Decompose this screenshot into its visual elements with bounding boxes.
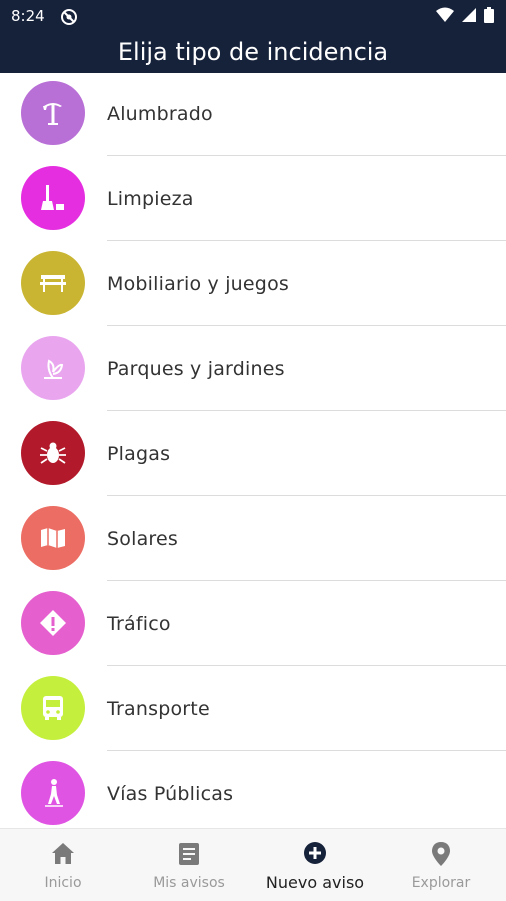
divider — [107, 325, 506, 326]
signal-icon — [462, 8, 477, 22]
category-label: Limpieza — [107, 188, 194, 210]
nav-explorar[interactable]: Explorar — [378, 829, 504, 901]
category-icon-circle — [21, 81, 85, 145]
category-item-alumbrado[interactable]: Alumbrado — [0, 73, 506, 158]
divider — [107, 410, 506, 411]
category-item-plagas[interactable]: Plagas — [0, 413, 506, 498]
nav-label: Nuevo aviso — [265, 873, 365, 892]
broom-icon — [41, 185, 64, 210]
nav-label: Inicio — [44, 875, 82, 891]
category-icon-circle — [21, 761, 85, 825]
category-label: Mobiliario y juegos — [107, 273, 289, 295]
status-icons — [433, 7, 494, 25]
document-icon — [179, 843, 199, 865]
app-header: 8:24 Elija tipo de incidencia — [0, 0, 506, 73]
category-icon-circle — [21, 591, 85, 655]
category-label: Plagas — [107, 443, 171, 465]
nav-label: Mis avisos — [153, 875, 225, 891]
category-item-parques[interactable]: Parques y jardines — [0, 328, 506, 413]
nav-nuevo-aviso[interactable]: Nuevo aviso — [252, 829, 378, 901]
plant-icon — [44, 359, 64, 379]
wifi-icon — [436, 7, 455, 22]
battery-icon — [484, 7, 494, 23]
category-label: Tráfico — [107, 613, 171, 635]
traffic-sign-icon — [40, 610, 66, 636]
bus-icon — [43, 696, 63, 720]
category-icon-circle — [21, 421, 85, 485]
category-list: Alumbrado Limpieza Mobiliario y juegos P… — [0, 73, 506, 828]
status-time: 8:24 — [11, 7, 45, 25]
category-item-trafico[interactable]: Tráfico — [0, 583, 506, 668]
category-item-mobiliario[interactable]: Mobiliario y juegos — [0, 243, 506, 328]
category-label: Alumbrado — [107, 103, 213, 125]
category-icon-circle — [21, 506, 85, 570]
divider — [107, 750, 506, 751]
divider — [107, 240, 506, 241]
do-not-disturb-icon — [61, 9, 77, 25]
category-item-vias-publicas[interactable]: Vías Públicas — [0, 753, 506, 828]
add-circle-icon — [304, 842, 326, 864]
status-bar: 8:24 — [0, 0, 506, 33]
category-icon-circle — [21, 166, 85, 230]
street-lamp-icon — [43, 103, 62, 125]
bench-icon — [40, 275, 66, 292]
category-icon-circle — [21, 336, 85, 400]
category-label: Vías Públicas — [107, 783, 234, 805]
category-label: Solares — [107, 528, 178, 550]
divider — [107, 155, 506, 156]
category-label: Parques y jardines — [107, 358, 285, 380]
category-item-limpieza[interactable]: Limpieza — [0, 158, 506, 243]
category-item-solares[interactable]: Solares — [0, 498, 506, 583]
pedestrian-icon — [45, 779, 63, 807]
category-item-transporte[interactable]: Transporte — [0, 668, 506, 753]
divider — [107, 665, 506, 666]
nav-label: Explorar — [411, 875, 471, 891]
home-icon — [52, 843, 74, 864]
nav-mis-avisos[interactable]: Mis avisos — [126, 829, 252, 901]
category-icon-circle — [21, 251, 85, 315]
map-icon — [41, 528, 65, 548]
bottom-navigation: Inicio Mis avisos Nuevo aviso Explorar — [0, 828, 506, 901]
location-pin-icon — [432, 842, 450, 866]
page-title: Elija tipo de incidencia — [117, 38, 389, 66]
divider — [107, 580, 506, 581]
divider — [107, 495, 506, 496]
category-label: Transporte — [107, 698, 210, 720]
nav-inicio[interactable]: Inicio — [0, 829, 126, 901]
category-icon-circle — [21, 676, 85, 740]
bug-icon — [40, 442, 66, 464]
